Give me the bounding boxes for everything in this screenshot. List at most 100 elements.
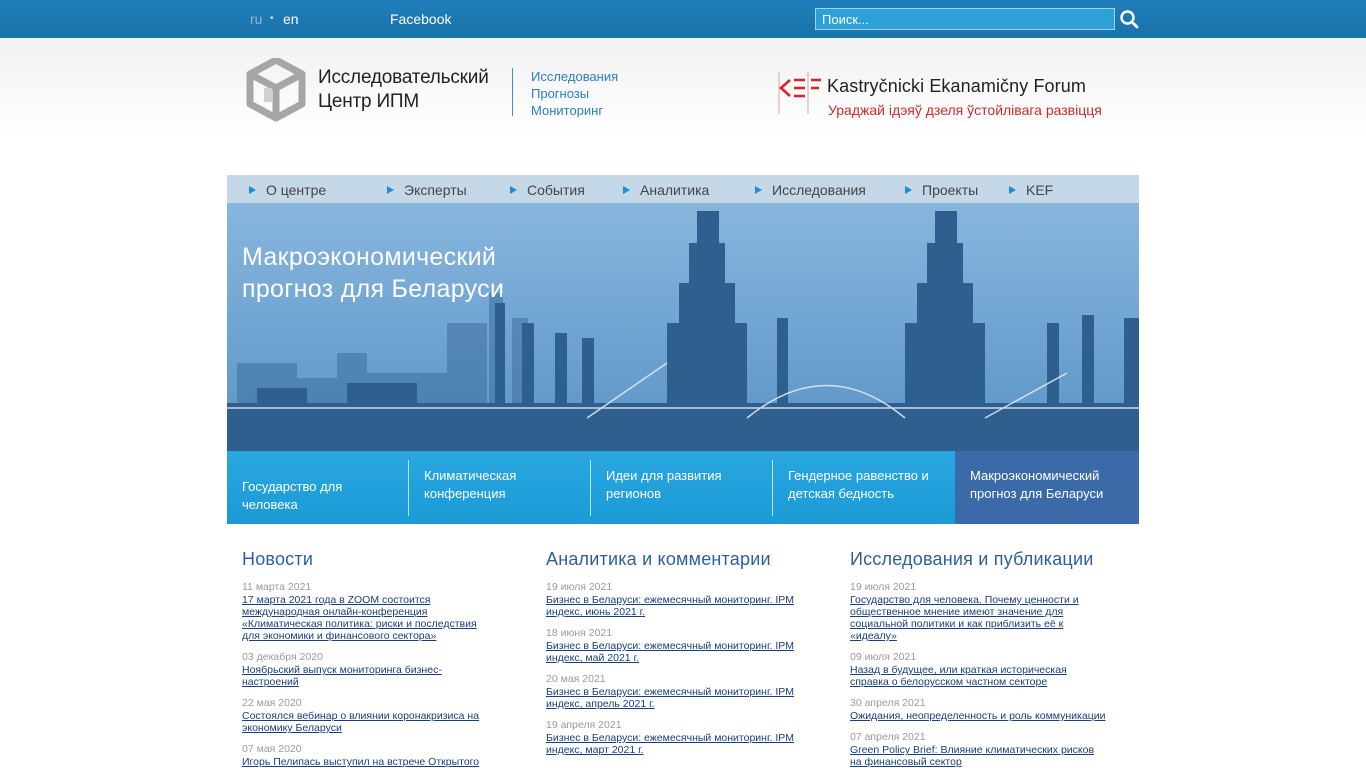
entry-link[interactable]: Green Policy Brief: Влияние климатически… (850, 744, 1130, 756)
list-item: 09 июля 2021 Назад в будущее, или кратка… (850, 651, 1130, 688)
nav-item-about[interactable]: О центре (249, 182, 326, 198)
entry-link[interactable]: «Климатическая политика: риски и последс… (242, 618, 522, 630)
entry-link[interactable]: Бизнес в Беларуси: ежемесячный мониторин… (546, 640, 826, 652)
entry-link[interactable]: Игорь Пелипась выступил на встрече Откры… (242, 756, 522, 768)
nav-item-experts[interactable]: Эксперты (387, 182, 467, 198)
tile-state-for-people[interactable]: Государство для человека (227, 451, 409, 524)
kef-logo-icon[interactable] (778, 70, 822, 116)
nav-item-label: Эксперты (404, 182, 467, 198)
search-icon[interactable] (1118, 8, 1140, 30)
entry-date: 19 апреля 2021 (546, 719, 622, 731)
analytics-title[interactable]: Аналитика и комментарии (546, 549, 826, 570)
entry-date: 09 июля 2021 (850, 651, 917, 663)
tile-label: регионов (606, 486, 662, 501)
list-item: 18 июня 2021 Бизнес в Беларуси: ежемесяч… (546, 627, 826, 664)
news-column: Новости 11 марта 2021 17 марта 2021 года… (242, 549, 522, 768)
ipm-logo-icon[interactable] (246, 58, 306, 122)
news-title[interactable]: Новости (242, 549, 522, 570)
logo-line-1: Исследовательский (318, 67, 489, 88)
entry-link[interactable]: международная онлайн-конференция (242, 606, 522, 618)
entry-link[interactable]: на финансовый сектор (850, 756, 1130, 768)
tile-label: Государство для человека (242, 479, 343, 512)
tile-climate-conference[interactable]: Климатическая конференция (409, 451, 591, 524)
entry-link[interactable]: «идеалу» (850, 630, 1130, 642)
arrow-icon (755, 186, 762, 194)
list-item: 19 апреля 2021 Бизнес в Беларуси: ежемес… (546, 719, 826, 756)
nav-item-label: О центре (266, 182, 327, 198)
entry-date: 11 марта 2021 (242, 581, 312, 593)
arrow-icon (623, 186, 630, 194)
list-item: 22 мая 2020 Состоялся вебинар о влиянии … (242, 697, 522, 734)
nav-item-kef[interactable]: KEF (1009, 182, 1053, 198)
tile-label: конференция (424, 486, 506, 501)
nav-item-label: События (527, 182, 585, 198)
list-item: 19 июля 2021 Государство для человека. П… (850, 581, 1130, 642)
entry-date: 19 июля 2021 (546, 581, 613, 593)
entry-link[interactable]: Бизнес в Беларуси: ежемесячный мониторин… (546, 686, 826, 698)
entry-link[interactable]: Бизнес в Беларуси: ежемесячный мониторин… (546, 732, 826, 744)
hero-banner[interactable]: Макроэкономический прогноз для Беларуси (227, 203, 1139, 451)
list-item: 03 декабря 2020 Ноябрьский выпуск монито… (242, 651, 522, 688)
nav-item-label: Проекты (922, 182, 979, 198)
entry-link[interactable]: экономику Беларуси (242, 722, 522, 734)
ipm-logo-text[interactable]: Исследовательский Центр ИПМ (318, 66, 489, 114)
tile-regional-ideas[interactable]: Идеи для развития регионов (591, 451, 773, 524)
entry-date: 07 апреля 2021 (850, 731, 926, 743)
tile-gender-equality[interactable]: Гендерное равенство и детская бедность (773, 451, 955, 524)
hero-title[interactable]: Макроэкономический прогноз для Беларуси (242, 241, 504, 305)
entry-link[interactable]: справка о белорусском частном секторе (850, 676, 1130, 688)
nav-item-projects[interactable]: Проекты (905, 182, 978, 198)
search-input[interactable] (815, 8, 1115, 30)
facebook-link[interactable]: Facebook (390, 11, 451, 27)
main-nav: О центре Эксперты События Аналитика Иссл… (227, 175, 1139, 203)
tile-label: Климатическая (424, 468, 517, 483)
entry-date: 19 июля 2021 (850, 581, 917, 593)
entry-date: 07 мая 2020 (242, 743, 302, 755)
tile-label: прогноз для Беларуси (970, 486, 1104, 501)
list-item: 20 мая 2021 Бизнес в Беларуси: ежемесячн… (546, 673, 826, 710)
arrow-icon (510, 186, 517, 194)
entry-link[interactable]: 17 марта 2021 года в ZOOM состоится (242, 594, 522, 606)
site-header: Исследовательский Центр ИПМ Исследования… (0, 38, 1366, 175)
entry-date: 22 мая 2020 (242, 697, 302, 709)
entry-link[interactable]: индекс, март 2021 г. (546, 744, 826, 756)
tag-forecasts: Прогнозы (531, 86, 590, 101)
nav-item-analytics[interactable]: Аналитика (623, 182, 709, 198)
tile-label: Гендерное равенство и (788, 468, 929, 483)
hero-title-line-1: Макроэкономический (242, 243, 497, 271)
lang-en-link[interactable]: en (283, 11, 299, 27)
tile-label: Идеи для развития (606, 468, 722, 483)
nav-item-label: KEF (1026, 182, 1054, 198)
entry-date: 30 апреля 2021 (850, 697, 926, 709)
entry-link[interactable]: индекс, июнь 2021 г. (546, 606, 826, 618)
entry-link[interactable]: социальной политики и как приблизить её … (850, 618, 1130, 630)
publications-title[interactable]: Исследования и публикации (850, 549, 1130, 570)
list-item: 30 апреля 2021 Ожидания, неопределенност… (850, 697, 1130, 722)
lang-ru-link[interactable]: ru (250, 11, 262, 27)
tile-macro-forecast[interactable]: Макроэкономический прогноз для Беларуси (955, 451, 1139, 524)
nav-item-label: Исследования (772, 182, 866, 198)
entry-date: 20 мая 2021 (546, 673, 606, 685)
tag-research: Исследования (531, 69, 619, 84)
list-item: 19 июля 2021 Бизнес в Беларуси: ежемесяч… (546, 581, 826, 618)
entry-link[interactable]: индекс, апрель 2021 г. (546, 698, 826, 710)
entry-link[interactable]: Назад в будущее, или краткая историческа… (850, 664, 1130, 676)
arrow-icon (905, 186, 912, 194)
kef-title[interactable]: Kastryčnicki Ekanamičny Forum (827, 76, 1086, 97)
logo-tagline: Исследования Прогнозы Мониторинг (531, 68, 618, 119)
entry-link[interactable]: Ноябрьский выпуск мониторинга бизнес- (242, 664, 522, 676)
entry-link[interactable]: Государство для человека. Почему ценност… (850, 594, 1130, 606)
nav-item-events[interactable]: События (510, 182, 585, 198)
nav-item-research[interactable]: Исследования (755, 182, 866, 198)
top-bar: ru • en Facebook (0, 0, 1366, 38)
entry-link[interactable]: индекс, май 2021 г. (546, 652, 826, 664)
hero-title-line-2: прогноз для Беларуси (242, 275, 505, 303)
entry-link[interactable]: общественное мнение имеют значение для (850, 606, 1130, 618)
publications-column: Исследования и публикации 19 июля 2021 Г… (850, 549, 1130, 768)
entry-link[interactable]: Ожидания, неопределенность и роль коммун… (850, 710, 1130, 722)
entry-link[interactable]: настроений (242, 676, 522, 688)
logo-line-2: Центр ИПМ (318, 91, 420, 112)
entry-link[interactable]: для экономики и финансового сектора» (242, 630, 522, 642)
entry-link[interactable]: Состоялся вебинар о влиянии коронакризис… (242, 710, 522, 722)
entry-link[interactable]: Бизнес в Беларуси: ежемесячный мониторин… (546, 594, 826, 606)
